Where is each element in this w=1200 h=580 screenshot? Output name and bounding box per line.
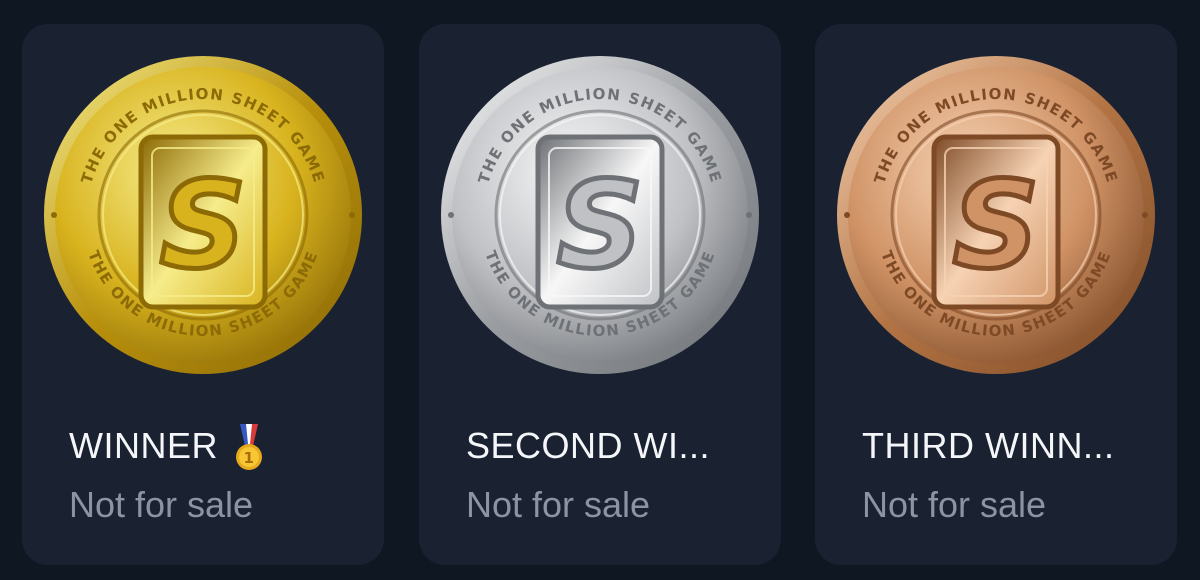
medal-icon: 1: [234, 424, 264, 472]
nft-card-winner[interactable]: THE ONE MILLION SHEET GAME THE ONE MILLI…: [22, 24, 384, 565]
coin-image: THE ONE MILLION SHEET GAME THE ONE MILLI…: [439, 54, 761, 376]
sale-status: Not for sale: [69, 484, 254, 525]
card-title: THIRD WINN...: [862, 424, 1114, 468]
silver-coin-icon: THE ONE MILLION SHEET GAME THE ONE MILLI…: [441, 56, 759, 374]
nft-card-third-winner[interactable]: THE ONE MILLION SHEET GAME THE ONE MILLI…: [815, 24, 1177, 565]
bronze-coin-icon: THE ONE MILLION SHEET GAME THE ONE MILLI…: [837, 56, 1155, 374]
svg-text:1: 1: [244, 449, 255, 467]
card-title: WINNER 1: [69, 424, 264, 470]
svg-text:S: S: [160, 157, 246, 296]
coin-image: THE ONE MILLION SHEET GAME THE ONE MILLI…: [42, 54, 364, 376]
gold-coin-icon: THE ONE MILLION SHEET GAME THE ONE MILLI…: [44, 56, 362, 374]
card-title-text: SECOND WI...: [466, 425, 711, 466]
card-title-text: WINNER: [69, 425, 218, 466]
svg-text:S: S: [557, 157, 643, 296]
nft-card-second-winner[interactable]: THE ONE MILLION SHEET GAME THE ONE MILLI…: [419, 24, 781, 565]
card-title-text: THIRD WINN...: [862, 425, 1115, 466]
card-title: SECOND WI...: [466, 424, 710, 468]
nft-grid: THE ONE MILLION SHEET GAME THE ONE MILLI…: [0, 0, 1200, 580]
svg-text:S: S: [953, 157, 1039, 296]
sale-status: Not for sale: [466, 484, 651, 525]
coin-image: THE ONE MILLION SHEET GAME THE ONE MILLI…: [835, 54, 1157, 376]
sale-status: Not for sale: [862, 484, 1047, 525]
